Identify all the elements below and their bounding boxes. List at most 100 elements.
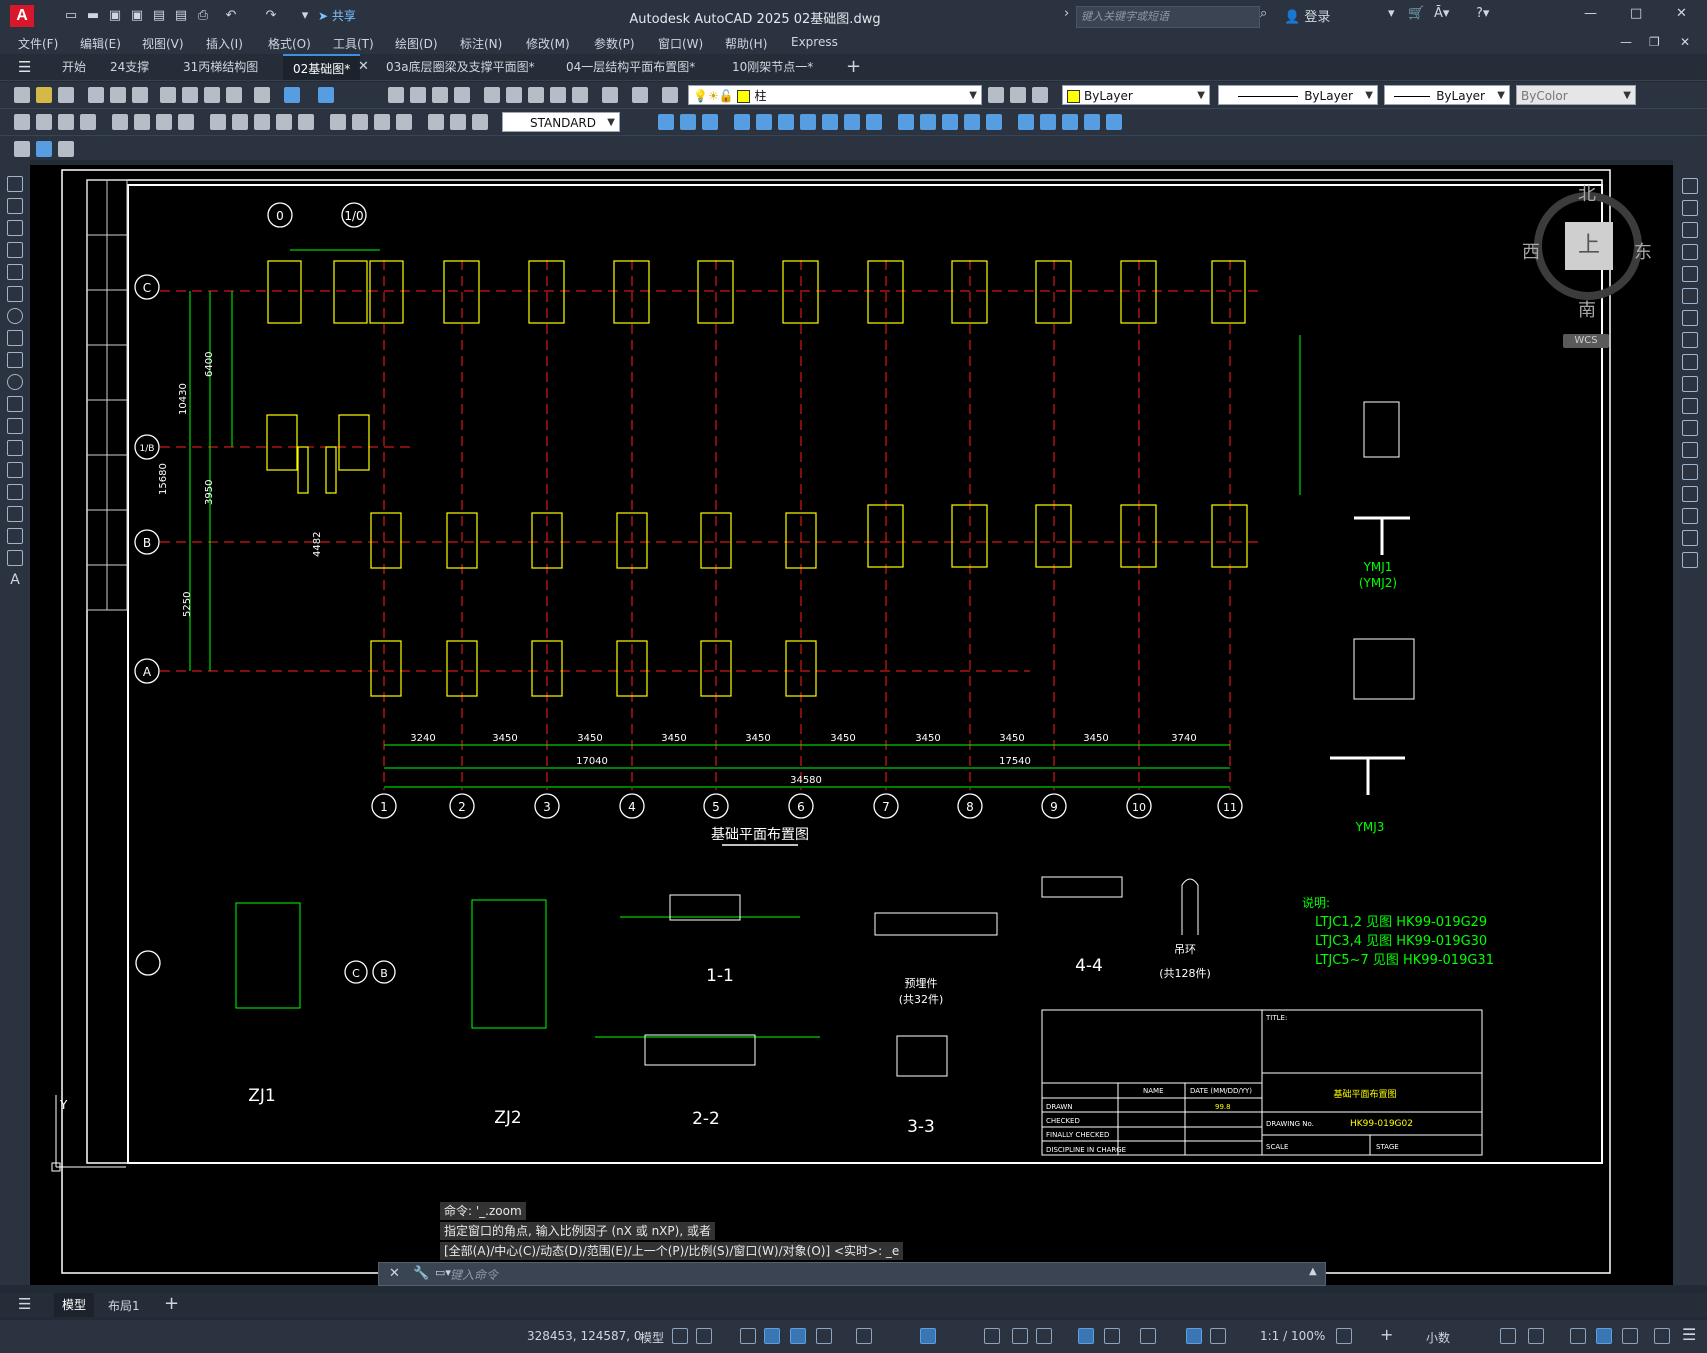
grid-icon[interactable] xyxy=(672,1328,688,1344)
arc-icon[interactable] xyxy=(7,286,23,302)
publish-icon[interactable] xyxy=(132,87,148,103)
dim-arc-icon[interactable] xyxy=(58,114,74,130)
region-icon[interactable] xyxy=(7,528,23,544)
lock-ui-icon[interactable] xyxy=(1528,1328,1544,1344)
layer-props-icon[interactable] xyxy=(662,87,678,103)
help-icon[interactable]: ?▾ xyxy=(1476,6,1489,21)
tab-start[interactable]: 开始 xyxy=(52,54,96,80)
break-point-icon[interactable] xyxy=(1682,420,1698,436)
break-icon[interactable] xyxy=(1682,442,1698,458)
dim-radius-icon[interactable] xyxy=(112,114,128,130)
view-right-icon[interactable] xyxy=(734,114,750,130)
sheetset-icon[interactable] xyxy=(550,87,566,103)
cmd-history-arrow-icon[interactable]: ▲ xyxy=(1309,1266,1317,1277)
tab-31[interactable]: 31丙梯结构图 xyxy=(173,54,268,80)
view-bottom-icon[interactable] xyxy=(680,114,696,130)
quickcalc-icon[interactable] xyxy=(602,87,618,103)
login-button[interactable]: 👤 登录 xyxy=(1284,6,1330,25)
copy-object-icon[interactable] xyxy=(1682,200,1698,216)
clean-screen-icon[interactable] xyxy=(1622,1328,1638,1344)
layer-states-icon[interactable] xyxy=(1032,87,1048,103)
ucs-face-icon[interactable] xyxy=(1084,114,1100,130)
cut-icon[interactable] xyxy=(160,87,176,103)
viewcube-top-face[interactable]: 上 xyxy=(1565,222,1613,270)
fullscreen-icon[interactable] xyxy=(1654,1328,1670,1344)
orbit-icon[interactable] xyxy=(898,114,914,130)
iso-nw-icon[interactable] xyxy=(866,114,882,130)
menu-window[interactable]: 窗口(W) xyxy=(658,35,703,52)
layer-previous-icon[interactable] xyxy=(1010,87,1026,103)
dim-edit-icon[interactable] xyxy=(428,114,444,130)
pan-icon[interactable] xyxy=(388,87,404,103)
tab-close-icon[interactable]: ✕ xyxy=(358,59,369,74)
hamburger-menu-icon[interactable]: ☰ xyxy=(18,58,31,76)
ellipse-icon[interactable] xyxy=(7,374,23,390)
camera-icon[interactable] xyxy=(964,114,980,130)
copy-icon[interactable] xyxy=(182,87,198,103)
tolerance-icon[interactable] xyxy=(330,114,346,130)
textstyle-dropdown[interactable]: STANDARD ▼ xyxy=(502,112,620,132)
rotate-icon[interactable] xyxy=(1682,310,1698,326)
minimize-button[interactable]: — xyxy=(1584,6,1597,21)
plot-icon[interactable]: ⎙ xyxy=(194,7,212,25)
tab-03a[interactable]: 03a底层圈梁及支撑平面图* xyxy=(376,54,545,80)
redo-tb-icon[interactable] xyxy=(318,87,334,103)
new-tab-icon[interactable]: + xyxy=(846,56,861,77)
dim-baseline-icon[interactable] xyxy=(232,114,248,130)
menu-help[interactable]: 帮助(H) xyxy=(725,35,767,52)
dim-diameter-icon[interactable] xyxy=(156,114,172,130)
tab-layout1[interactable]: 布局1 xyxy=(108,1297,140,1314)
units-dropdown[interactable]: 小数 xyxy=(1426,1329,1450,1346)
help-tb-icon[interactable] xyxy=(632,87,648,103)
save-icon[interactable]: ▣ xyxy=(106,7,124,25)
make-block-icon[interactable] xyxy=(7,440,23,456)
blockeditor-icon[interactable] xyxy=(254,87,270,103)
close-cmd-icon[interactable]: ✕ xyxy=(389,1266,400,1281)
layout-menu-icon[interactable]: ☰ xyxy=(18,1295,31,1313)
isolate-icon[interactable] xyxy=(1570,1328,1586,1344)
auto-scale-icon[interactable] xyxy=(1210,1328,1226,1344)
offset-icon[interactable] xyxy=(1682,244,1698,260)
dim-update-icon[interactable] xyxy=(472,114,488,130)
menu-express[interactable]: Express xyxy=(791,35,838,49)
ucs-object-icon[interactable] xyxy=(1106,114,1122,130)
save-as-icon[interactable]: ▣ xyxy=(128,7,146,25)
snap-icon[interactable] xyxy=(696,1328,712,1344)
view-top-icon[interactable] xyxy=(658,114,674,130)
properties-icon[interactable] xyxy=(484,87,500,103)
dim-break-icon[interactable] xyxy=(298,114,314,130)
menu-draw[interactable]: 绘图(D) xyxy=(395,35,438,52)
viewcube-east[interactable]: 东 xyxy=(1634,238,1652,264)
zoom-realtime-icon[interactable] xyxy=(410,87,426,103)
viewcube-west[interactable]: 西 xyxy=(1522,238,1540,264)
construction-line-icon[interactable] xyxy=(7,198,23,214)
walk-icon[interactable] xyxy=(986,114,1002,130)
search-expand-icon[interactable]: › xyxy=(1064,6,1069,21)
dim-continue-icon[interactable] xyxy=(254,114,270,130)
dim-space-icon[interactable] xyxy=(276,114,292,130)
hardware-accel-icon[interactable] xyxy=(1596,1328,1612,1344)
add-layout-icon[interactable]: + xyxy=(164,1293,179,1314)
matchprop-icon[interactable] xyxy=(226,87,242,103)
customize-cmd-icon[interactable]: 🔧 xyxy=(413,1266,429,1281)
iso-sw-icon[interactable] xyxy=(800,114,816,130)
scale-icon[interactable] xyxy=(1682,332,1698,348)
autodesk-a-icon[interactable]: Ā▾ xyxy=(1434,6,1449,21)
revcloud-icon[interactable] xyxy=(7,330,23,346)
osnap-icon[interactable] xyxy=(920,1328,936,1344)
stretch-icon[interactable] xyxy=(1682,354,1698,370)
annotation-visibility-icon[interactable] xyxy=(1140,1328,1156,1344)
continuous-orbit-icon[interactable] xyxy=(942,114,958,130)
layer-tool-icon[interactable] xyxy=(58,141,74,157)
make-current-icon[interactable] xyxy=(988,87,1004,103)
polar-icon[interactable] xyxy=(816,1328,832,1344)
menu-tools[interactable]: 工具(T) xyxy=(333,35,374,52)
close-button[interactable]: ✕ xyxy=(1676,6,1687,21)
mtext-icon[interactable]: A xyxy=(7,572,23,588)
dim-linear-icon[interactable] xyxy=(14,114,30,130)
jogged-linear-icon[interactable] xyxy=(396,114,412,130)
menu-dimension[interactable]: 标注(N) xyxy=(460,35,502,52)
ortho-icon[interactable] xyxy=(790,1328,806,1344)
color-dropdown[interactable]: ByLayer ▼ xyxy=(1062,85,1210,105)
drawing-svg[interactable]: 0 1/0 C 1/B B A 1 2 3 4 5 6 7 8 9 10 11 … xyxy=(30,165,1673,1285)
